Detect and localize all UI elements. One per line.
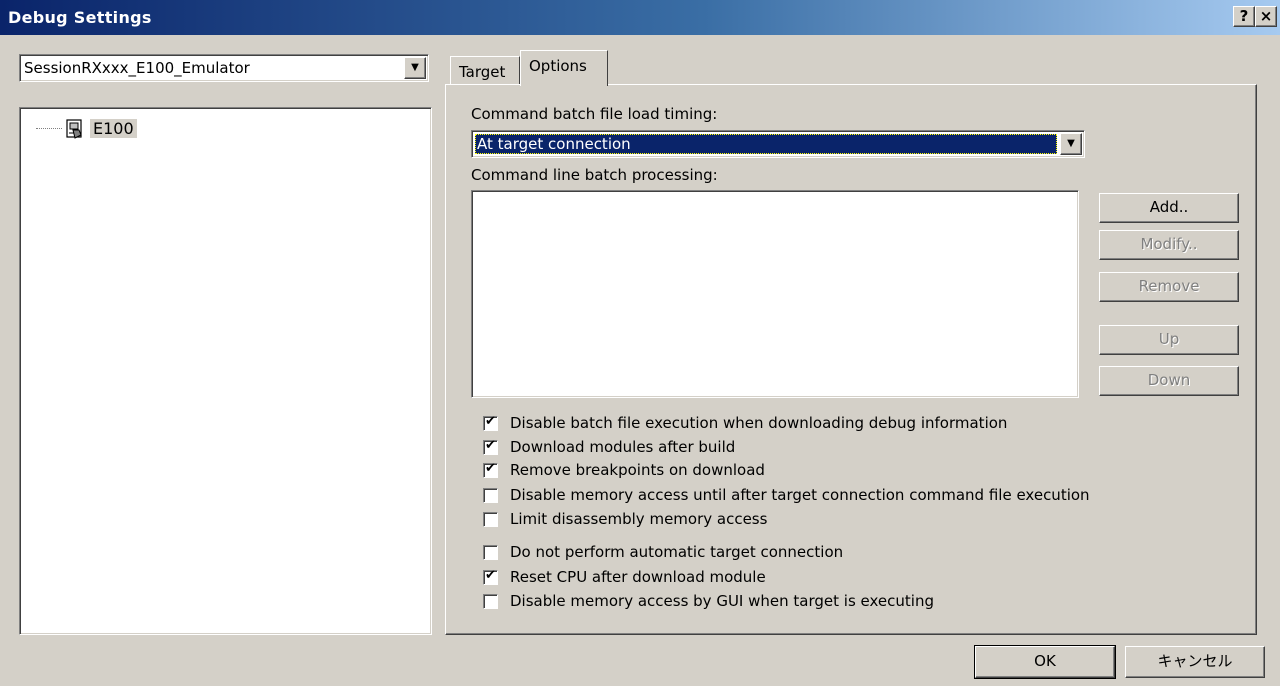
checkbox-disable-batch-on-download[interactable]: Disable batch file execution when downlo… [483,413,1007,433]
checkbox-box[interactable] [483,438,498,455]
checkbox-label: Disable batch file execution when downlo… [510,414,1008,432]
timing-label: Command batch file load timing: [471,105,718,123]
batch-command-list[interactable] [471,190,1079,398]
debugger-icon [66,119,82,139]
add-button[interactable]: Add.. [1099,193,1239,223]
timing-value: At target connection [475,134,1057,154]
window-title: Debug Settings [8,8,152,27]
checkbox-label: Download modules after build [510,438,736,456]
tree-connector [36,128,62,129]
checkbox-label: Do not perform automatic target connecti… [510,543,844,561]
modify-button[interactable]: Modify.. [1099,230,1239,260]
tab-options[interactable]: Options [520,50,608,86]
checkbox-label: Disable memory access by GUI when target… [510,592,934,610]
checkbox-box[interactable] [483,414,498,431]
checkbox-label: Disable memory access until after target… [510,486,1090,504]
checkbox-disable-gui-memory-access[interactable]: Disable memory access by GUI when target… [483,591,934,611]
checkbox-download-after-build[interactable]: Download modules after build [483,437,735,457]
session-dropdown[interactable]: SessionRXxxx_E100_Emulator ▼ [19,54,429,82]
checkbox-reset-cpu[interactable]: Reset CPU after download module [483,567,766,587]
checkbox-disable-memory-access[interactable]: Disable memory access until after target… [483,485,1090,505]
session-value: SessionRXxxx_E100_Emulator [24,59,250,77]
title-bar[interactable]: Debug Settings ? × [0,0,1280,35]
checkbox-label: Reset CPU after download module [510,568,766,586]
timing-dropdown[interactable]: At target connection ▼ [471,130,1085,158]
checkbox-box[interactable] [483,487,498,503]
cancel-button[interactable]: キャンセル [1125,646,1265,678]
tab-target[interactable]: Target [450,56,520,84]
checkbox-box[interactable] [483,568,498,585]
checkbox-remove-breakpoints[interactable]: Remove breakpoints on download [483,460,765,480]
checkbox-box[interactable] [483,461,498,478]
down-button[interactable]: Down [1099,366,1239,396]
chevron-down-icon[interactable]: ▼ [404,57,426,79]
up-button[interactable]: Up [1099,325,1239,355]
checkbox-box[interactable] [483,544,498,560]
checkbox-limit-disassembly[interactable]: Limit disassembly memory access [483,509,767,529]
remove-button[interactable]: Remove [1099,272,1239,302]
help-button[interactable]: ? [1233,6,1255,27]
checkbox-box[interactable] [483,593,498,609]
session-tree[interactable]: E100 [19,107,432,635]
checkbox-no-auto-connect[interactable]: Do not perform automatic target connecti… [483,542,843,562]
tree-item-e100[interactable]: E100 [90,119,137,138]
checkbox-box[interactable] [483,511,498,527]
batch-label: Command line batch processing: [471,166,718,184]
checkbox-label: Remove breakpoints on download [510,461,765,479]
chevron-down-icon[interactable]: ▼ [1060,133,1082,155]
checkbox-label: Limit disassembly memory access [510,510,768,528]
ok-button[interactable]: OK [974,645,1116,679]
close-button[interactable]: × [1255,6,1277,27]
